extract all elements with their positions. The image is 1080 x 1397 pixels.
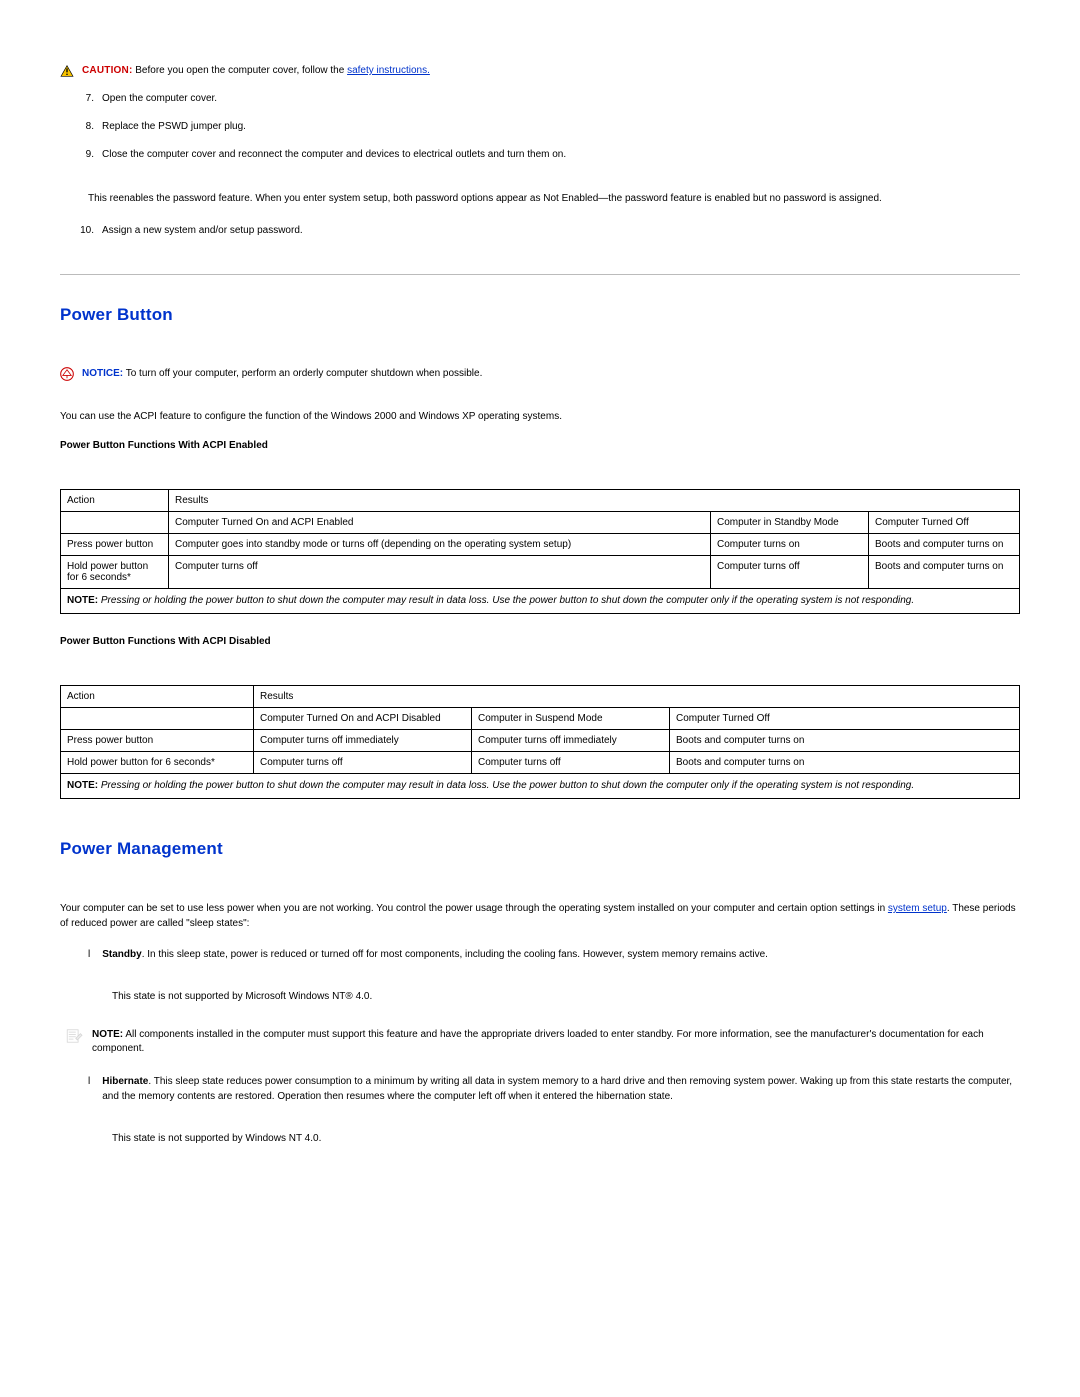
hdr-results: Results <box>254 686 1020 708</box>
acpi-enabled-table: Action Results Computer Turned On and AC… <box>60 489 1020 614</box>
caution-triangle-icon <box>60 65 74 77</box>
table-note-label: NOTE: <box>67 780 98 791</box>
table1-caption: Power Button Functions With ACPI Enabled <box>60 440 1020 451</box>
bullet-icon: l <box>88 1074 90 1104</box>
step-9-followup: This reenables the password feature. Whe… <box>88 192 1020 206</box>
pm-note-label: NOTE: <box>92 1029 123 1040</box>
step-7: 7. Open the computer cover. <box>80 92 1020 106</box>
sub-off: Computer Turned Off <box>869 512 1020 534</box>
standby-nt-note: This state is not supported by Microsoft… <box>112 990 1020 1004</box>
standby-bullet: l Standby. In this sleep state, power is… <box>88 947 1020 1004</box>
table-note-label: NOTE: <box>67 595 98 606</box>
table-row: Hold power button for 6 seconds* Compute… <box>61 556 1020 589</box>
note-document-icon <box>66 1029 84 1043</box>
steps-list: 7. Open the computer cover. 8. Replace t… <box>60 92 1020 162</box>
sub-standby: Computer in Suspend Mode <box>472 708 670 730</box>
caution-text: CAUTION: Before you open the computer co… <box>82 64 1020 78</box>
power-management-heading: Power Management <box>60 839 1020 859</box>
table-subheader-row: Computer Turned On and ACPI Disabled Com… <box>61 708 1020 730</box>
caution-block: CAUTION: Before you open the computer co… <box>60 64 1020 78</box>
sub-standby: Computer in Standby Mode <box>711 512 869 534</box>
safety-instructions-link[interactable]: safety instructions. <box>347 65 430 76</box>
table-subheader-row: Computer Turned On and ACPI Enabled Comp… <box>61 512 1020 534</box>
table-note-row: NOTE: Pressing or holding the power butt… <box>61 774 1020 799</box>
acpi-disabled-table: Action Results Computer Turned On and AC… <box>60 685 1020 799</box>
hdr-action: Action <box>61 686 254 708</box>
hdr-action: Action <box>61 490 169 512</box>
sub-on: Computer Turned On and ACPI Enabled <box>169 512 711 534</box>
hibernate-bullet: l Hibernate. This sleep state reduces po… <box>88 1074 1020 1146</box>
standby-name: Standby <box>102 949 141 960</box>
caution-label: CAUTION: <box>82 65 132 76</box>
table-header-row: Action Results <box>61 686 1020 708</box>
step-9: 9. Close the computer cover and reconnec… <box>80 148 1020 162</box>
table-row: Press power button Computer goes into st… <box>61 534 1020 556</box>
notice-label: NOTICE: <box>82 368 123 379</box>
table-header-row: Action Results <box>61 490 1020 512</box>
bullet-icon: l <box>88 947 90 962</box>
notice-text: NOTICE: To turn off your computer, perfo… <box>82 367 1020 381</box>
table-note-row: NOTE: Pressing or holding the power butt… <box>61 589 1020 614</box>
table-row: Hold power button for 6 seconds* Compute… <box>61 752 1020 774</box>
acpi-intro: You can use the ACPI feature to configur… <box>60 409 1020 424</box>
pm-intro: Your computer can be set to use less pow… <box>60 901 1020 931</box>
hdr-results: Results <box>169 490 1020 512</box>
notice-circle-icon <box>60 367 74 381</box>
pm-note-text: NOTE: All components installed in the co… <box>92 1028 1020 1056</box>
hibernate-nt-note: This state is not supported by Windows N… <box>112 1132 1020 1146</box>
power-button-heading: Power Button <box>60 305 1020 325</box>
hibernate-name: Hibernate <box>102 1076 148 1087</box>
step-10: 10. Assign a new system and/or setup pas… <box>80 224 1020 238</box>
sub-on: Computer Turned On and ACPI Disabled <box>254 708 472 730</box>
system-setup-link[interactable]: system setup <box>888 903 947 914</box>
sub-off: Computer Turned Off <box>670 708 1020 730</box>
notice-block: NOTICE: To turn off your computer, perfo… <box>60 367 1020 381</box>
table2-caption: Power Button Functions With ACPI Disable… <box>60 636 1020 647</box>
step-8: 8. Replace the PSWD jumper plug. <box>80 120 1020 134</box>
steps-list-2: 10. Assign a new system and/or setup pas… <box>60 224 1020 238</box>
table-row: Press power button Computer turns off im… <box>61 730 1020 752</box>
divider <box>60 274 1020 275</box>
pm-note-block: NOTE: All components installed in the co… <box>66 1028 1020 1056</box>
